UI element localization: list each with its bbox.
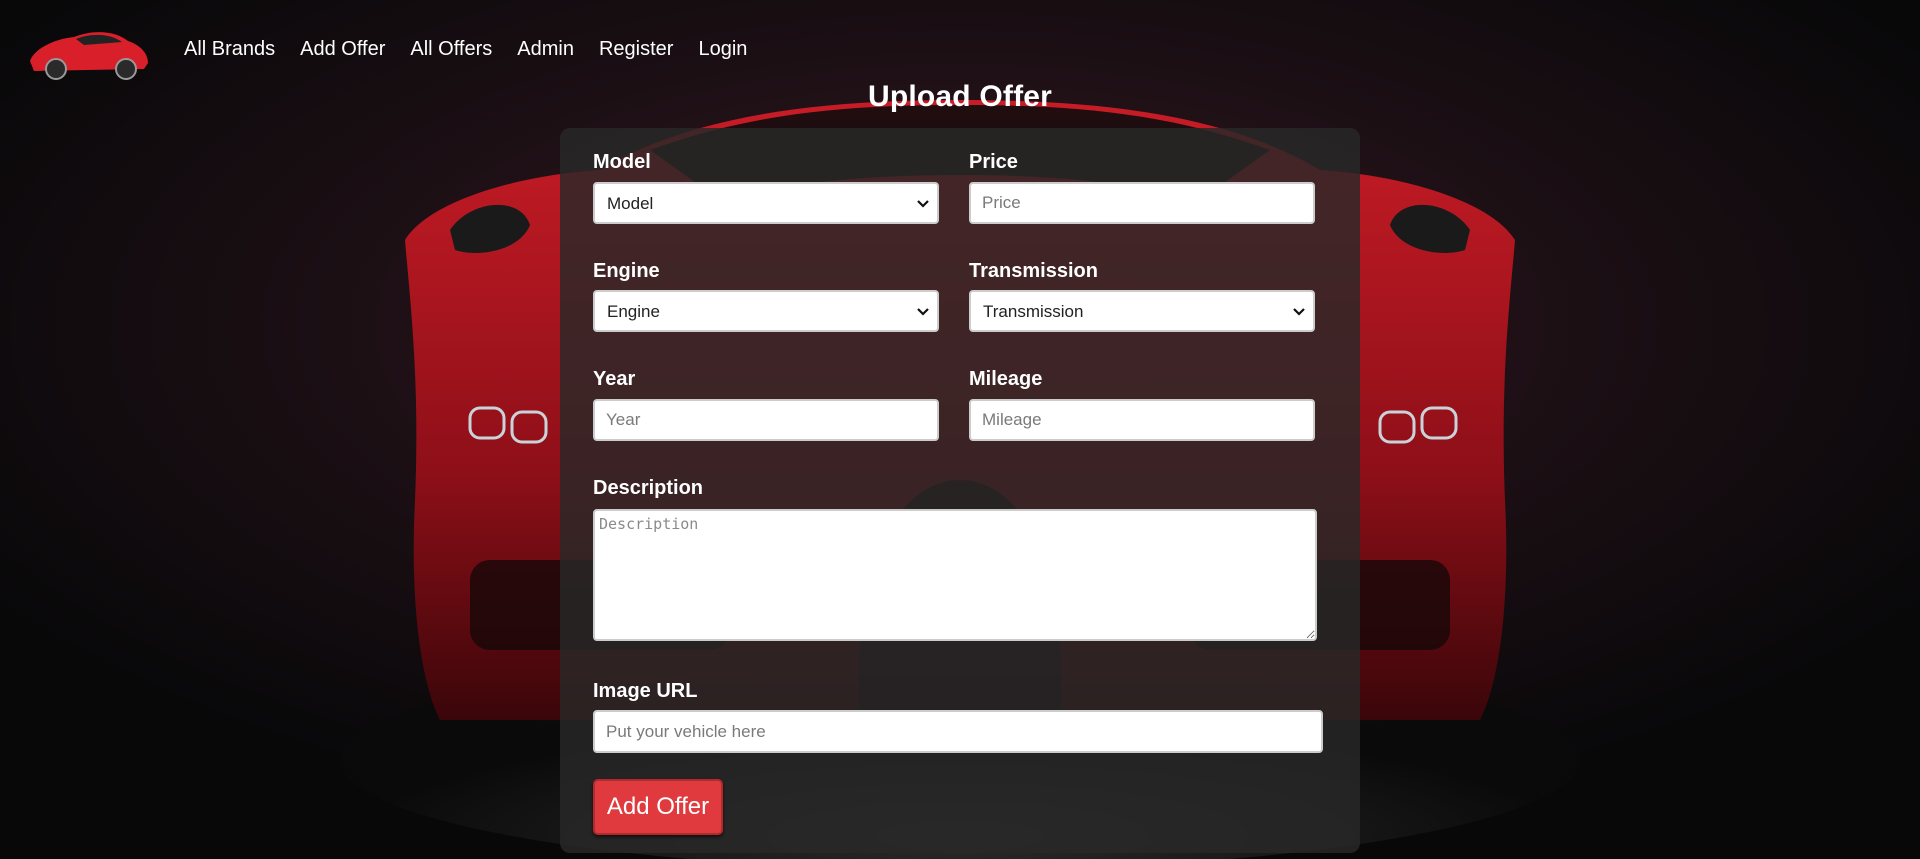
nav-link-login[interactable]: Login: [698, 38, 747, 61]
nav-links: All Brands Add Offer All Offers Admin Re…: [184, 38, 772, 61]
model-label: Model: [593, 151, 651, 173]
description-label: Description: [593, 477, 704, 499]
price-label: Price: [969, 151, 1018, 173]
transmission-label: Transmission: [969, 260, 1098, 282]
nav-link-register[interactable]: Register: [599, 38, 673, 61]
mileage-label: Mileage: [969, 368, 1043, 390]
nav-link-add-offer[interactable]: Add Offer: [300, 38, 385, 61]
nav-link-admin[interactable]: Admin: [517, 38, 574, 61]
year-input[interactable]: [593, 399, 939, 441]
car-logo-icon[interactable]: [24, 15, 154, 83]
image-url-label: Image URL: [593, 680, 698, 702]
add-offer-button[interactable]: Add Offer: [593, 779, 723, 835]
top-navbar: All Brands Add Offer All Offers Admin Re…: [24, 14, 772, 84]
nav-link-all-brands[interactable]: All Brands: [184, 38, 275, 61]
page-title: Upload Offer: [867, 80, 1053, 113]
year-label: Year: [593, 368, 636, 390]
mileage-input[interactable]: [969, 399, 1315, 441]
engine-label: Engine: [593, 260, 660, 282]
price-input[interactable]: [969, 182, 1315, 224]
engine-select[interactable]: Engine: [593, 290, 939, 332]
transmission-select[interactable]: Transmission: [969, 290, 1315, 332]
description-textarea[interactable]: [593, 509, 1317, 641]
nav-link-all-offers[interactable]: All Offers: [410, 38, 492, 61]
image-url-input[interactable]: [593, 710, 1323, 753]
model-select[interactable]: Model: [593, 182, 939, 224]
